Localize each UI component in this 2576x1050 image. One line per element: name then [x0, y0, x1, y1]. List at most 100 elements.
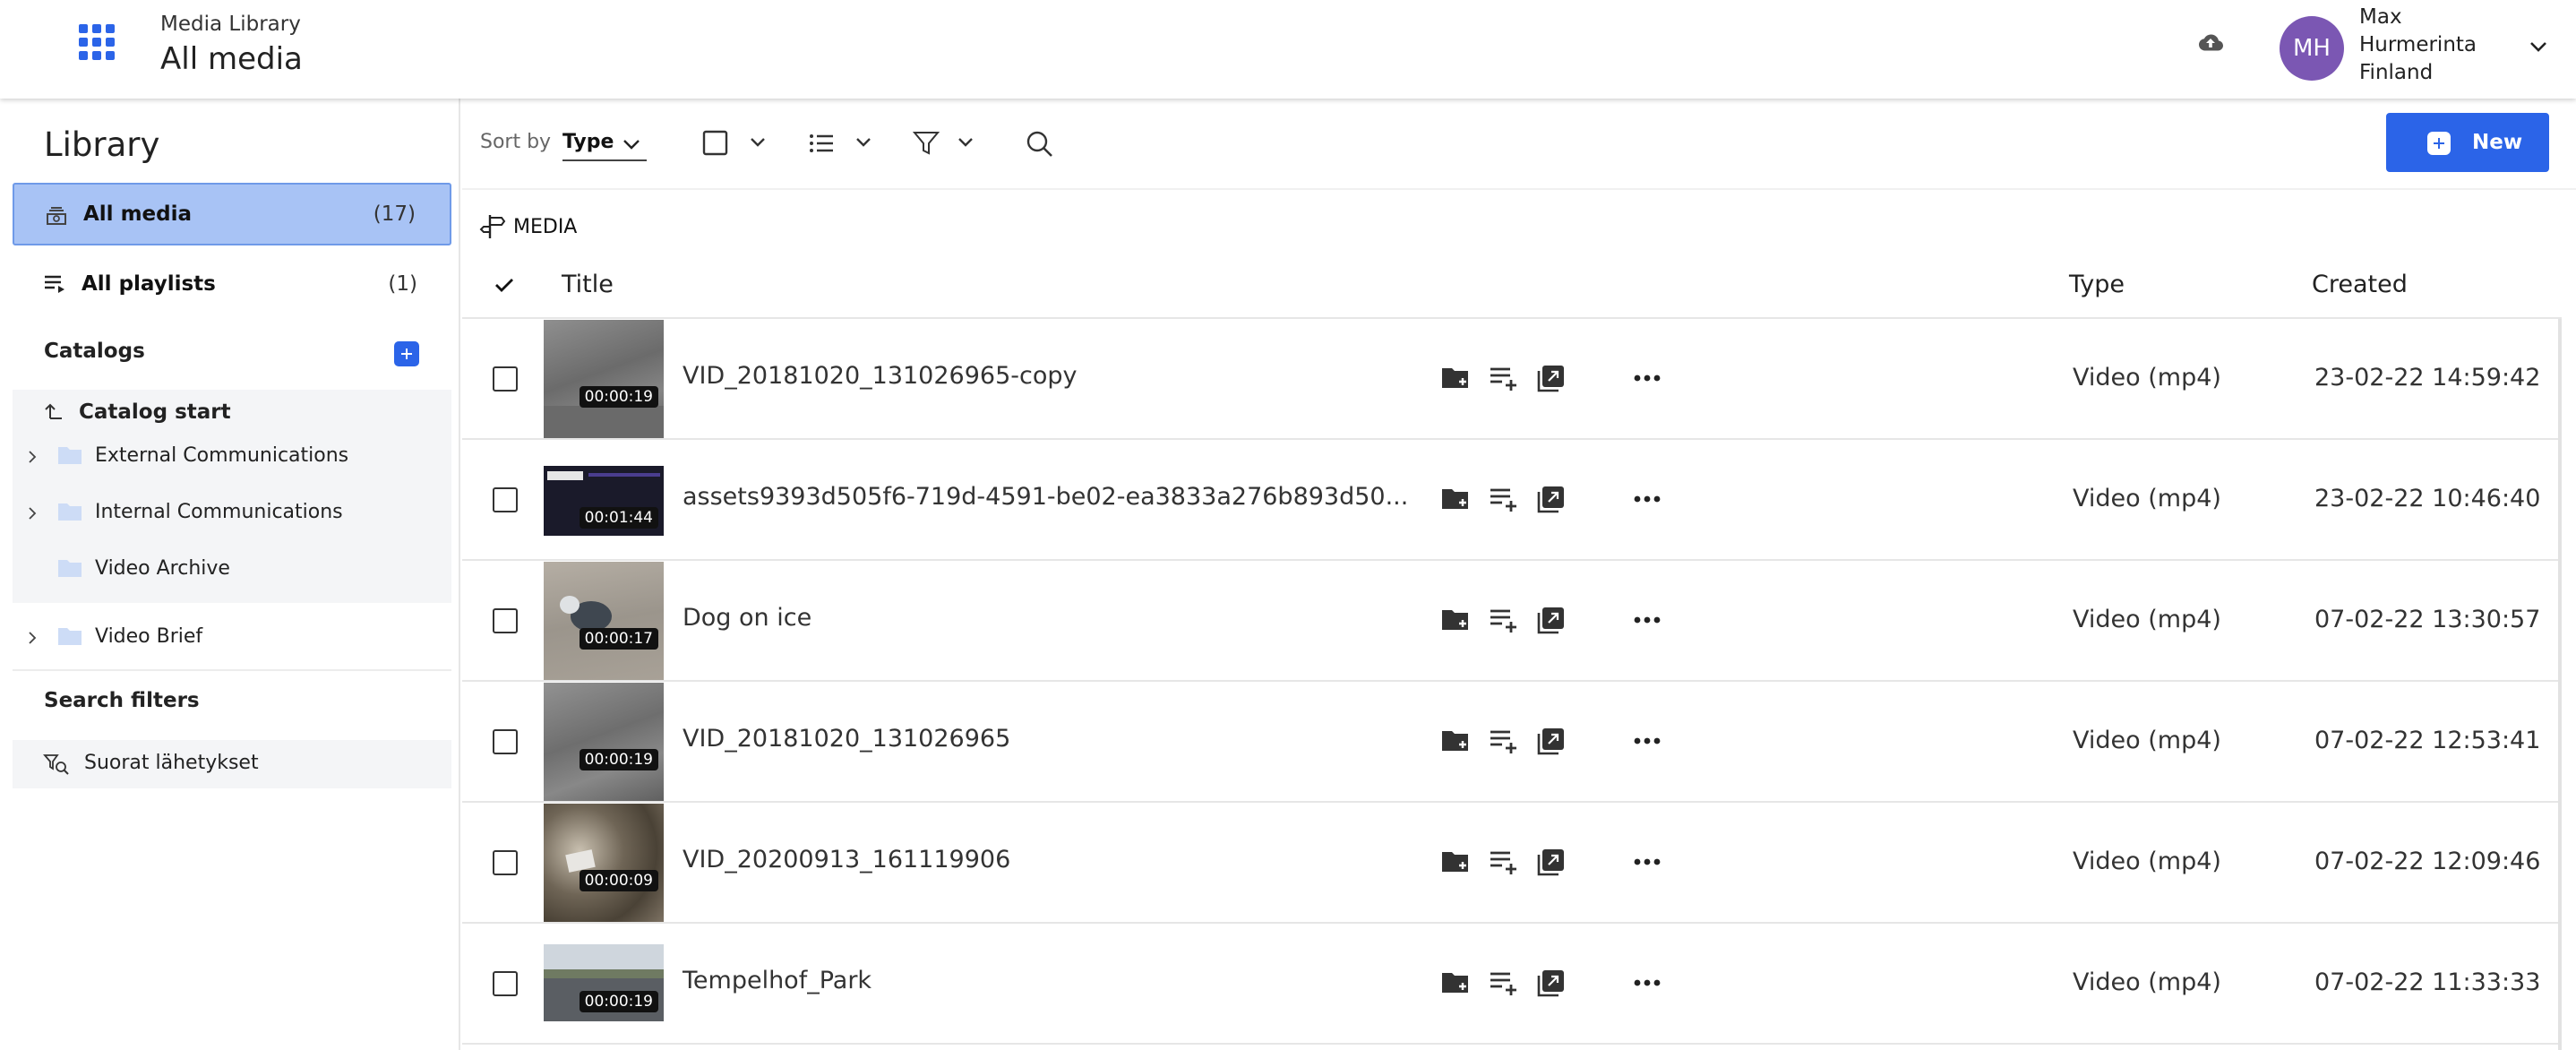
add-to-folder-icon[interactable]: [1439, 725, 1472, 757]
video-thumbnail[interactable]: 00:00:19: [544, 683, 664, 801]
chevron-down-icon: [623, 140, 640, 150]
breadcrumb-label: MEDIA: [513, 216, 578, 238]
share-icon[interactable]: [1535, 846, 1567, 878]
table-row[interactable]: 00:01:44 assets9393d505f6-719d-4591-be02…: [462, 440, 2558, 561]
chevron-right-icon[interactable]: [25, 506, 39, 521]
media-title[interactable]: VID_20181020_131026965-copy: [683, 362, 1077, 390]
add-to-folder-icon[interactable]: [1439, 846, 1472, 878]
sidebar-item-all-playlists[interactable]: All playlists (1): [13, 253, 451, 315]
add-to-playlist-icon[interactable]: [1487, 725, 1519, 757]
more-icon[interactable]: [1631, 604, 1663, 636]
sidebar-item-count: (1): [388, 272, 417, 296]
chevron-right-icon[interactable]: [25, 450, 39, 464]
folder-icon: [58, 503, 82, 521]
video-thumbnail[interactable]: 00:01:44: [544, 441, 664, 559]
catalog-item-video-brief[interactable]: Video Brief: [13, 615, 451, 662]
add-catalog-button[interactable]: [394, 341, 419, 366]
media-title[interactable]: Tempelhof_Park: [683, 967, 872, 994]
add-to-playlist-icon[interactable]: [1487, 967, 1519, 999]
add-to-playlist-icon[interactable]: [1487, 846, 1519, 878]
catalog-item-internal-communications[interactable]: Internal Communications: [13, 491, 451, 538]
select-all-checkmark-icon[interactable]: [493, 273, 516, 297]
share-icon[interactable]: [1535, 362, 1567, 394]
filter-button[interactable]: [912, 125, 984, 161]
media-type: Video (mp4): [2073, 848, 2221, 875]
playlist-icon: [45, 275, 64, 293]
video-thumbnail[interactable]: 00:00:19: [544, 320, 664, 438]
duration-badge: 00:00:19: [579, 991, 658, 1012]
apps-grid-icon[interactable]: [79, 24, 115, 60]
sort-select[interactable]: Type: [562, 125, 647, 161]
catalog-item-video-archive[interactable]: Video Archive: [13, 547, 451, 594]
add-to-folder-icon[interactable]: [1439, 483, 1472, 515]
search-button[interactable]: [1023, 125, 1059, 161]
more-icon[interactable]: [1631, 967, 1663, 999]
avatar[interactable]: MH: [2280, 16, 2344, 81]
video-thumbnail[interactable]: 00:00:17: [544, 562, 664, 680]
row-checkbox[interactable]: [493, 366, 518, 392]
media-created: 07-02-22 12:09:46: [2314, 848, 2541, 875]
cloud-upload-icon[interactable]: [2196, 29, 2225, 57]
sidebar-item-all-media[interactable]: All media (17): [13, 183, 451, 245]
more-icon[interactable]: [1631, 483, 1663, 515]
row-checkbox[interactable]: [493, 608, 518, 633]
add-to-folder-icon[interactable]: [1439, 967, 1472, 999]
sidebar-item-label: All playlists: [82, 272, 216, 296]
share-icon[interactable]: [1535, 604, 1567, 636]
table-row[interactable]: 00:00:09 VID_20200913_161119906 Video (m…: [462, 803, 2558, 924]
duration-badge: 00:00:19: [579, 749, 658, 770]
chevron-right-icon[interactable]: [25, 631, 39, 645]
table-row[interactable]: 00:00:17 Dog on ice Video (mp4) 07-02-22…: [462, 561, 2558, 682]
row-checkbox[interactable]: [493, 487, 518, 512]
plus-icon: [2427, 132, 2451, 155]
more-icon[interactable]: [1631, 362, 1663, 394]
media-title[interactable]: VID_20181020_131026965: [683, 725, 1010, 753]
media-title[interactable]: VID_20200913_161119906: [683, 846, 1010, 874]
column-header-created[interactable]: Created: [2312, 271, 2408, 298]
catalog-start-link[interactable]: Catalog start: [13, 390, 451, 435]
add-to-folder-icon[interactable]: [1439, 604, 1472, 636]
share-icon[interactable]: [1535, 483, 1567, 515]
select-menu-button[interactable]: [702, 125, 774, 161]
signpost-icon: [479, 215, 506, 238]
column-header-type[interactable]: Type: [2069, 271, 2125, 298]
add-to-playlist-icon[interactable]: [1487, 362, 1519, 394]
toolbar: Sort by Type New: [462, 99, 2576, 190]
top-bar: Media Library All media MH Max Hurmerint…: [0, 0, 2576, 99]
search-filter-item[interactable]: Suorat lähetykset: [13, 740, 451, 788]
add-to-folder-icon[interactable]: [1439, 362, 1472, 394]
add-to-playlist-icon[interactable]: [1487, 483, 1519, 515]
media-library-icon: [47, 207, 66, 225]
video-thumbnail[interactable]: 00:00:09: [544, 804, 664, 922]
row-checkbox[interactable]: [493, 729, 518, 754]
table-row[interactable]: 00:00:19 VID_20181020_131026965 Video (m…: [462, 682, 2558, 803]
user-info[interactable]: Max Hurmerinta Finland: [2359, 4, 2477, 87]
row-checkbox[interactable]: [493, 850, 518, 875]
view-mode-button[interactable]: [808, 125, 880, 161]
chevron-down-icon[interactable]: [2526, 34, 2551, 59]
media-title[interactable]: Dog on ice: [683, 604, 811, 632]
scrollbar[interactable]: [2558, 319, 2562, 1050]
media-created: 07-02-22 11:33:33: [2314, 968, 2541, 996]
catalog-start-label: Catalog start: [79, 400, 231, 424]
catalog-item-external-communications[interactable]: External Communications: [13, 435, 451, 481]
share-icon[interactable]: [1535, 967, 1567, 999]
more-icon[interactable]: [1631, 846, 1663, 878]
media-type: Video (mp4): [2073, 727, 2221, 754]
row-checkbox[interactable]: [493, 971, 518, 996]
table-row[interactable]: 00:00:19 Tempelhof_Park Video (mp4) 07-0…: [462, 924, 2558, 1045]
level-up-icon: [45, 403, 62, 419]
add-to-playlist-icon[interactable]: [1487, 604, 1519, 636]
more-icon[interactable]: [1631, 725, 1663, 757]
thumbnail-window: [547, 471, 583, 480]
new-button[interactable]: New: [2386, 113, 2549, 172]
column-header-title[interactable]: Title: [562, 271, 614, 298]
media-title[interactable]: assets9393d505f6-719d-4591-be02-ea3833a2…: [683, 483, 1408, 511]
thumbnail-ground: [544, 406, 664, 438]
catalog-label: External Communications: [95, 444, 349, 467]
media-created: 23-02-22 10:46:40: [2314, 485, 2541, 512]
video-thumbnail[interactable]: 00:00:19: [544, 925, 664, 1043]
table-row[interactable]: 00:00:19 VID_20181020_131026965-copy Vid…: [462, 319, 2558, 440]
share-icon[interactable]: [1535, 725, 1567, 757]
folder-icon: [58, 447, 82, 464]
